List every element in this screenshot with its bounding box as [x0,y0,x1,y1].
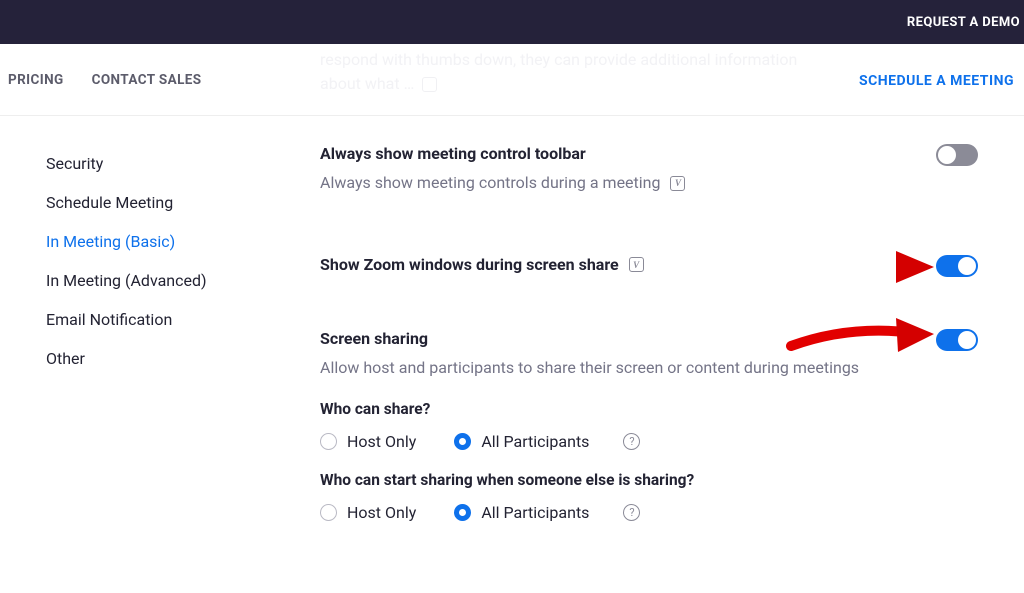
toggle-screen-sharing[interactable] [936,329,978,351]
request-demo-link[interactable]: REQUEST A DEMO [907,15,1020,30]
setting-show-zoom-windows: Show Zoom windows during screen share V [320,255,1016,274]
question-who-can-share: Who can share? [320,400,1016,418]
help-icon[interactable]: ? [623,433,640,450]
setting-control-toolbar: Always show meeting control toolbar Alwa… [320,144,1016,195]
setting-description: Allow host and participants to share the… [320,356,859,380]
toggle-show-zoom-windows[interactable] [936,255,978,277]
sub-navigation: PRICING CONTACT SALES SCHEDULE A MEETING [0,44,1024,116]
radio-icon [454,433,471,450]
modified-icon: V [629,257,644,272]
nav-pricing[interactable]: PRICING [8,72,64,88]
sidebar-item-other[interactable]: Other [46,339,296,378]
setting-title: Screen sharing [320,329,428,348]
nav-schedule-meeting[interactable]: SCHEDULE A MEETING [859,73,1014,89]
modified-icon: V [670,176,685,191]
setting-screen-sharing: Screen sharing Allow host and participan… [320,329,1016,522]
radio-all-participants-share[interactable]: All Participants [454,432,589,451]
setting-description: Always show meeting controls during a me… [320,171,660,195]
radio-host-only-start[interactable]: Host Only [320,503,416,522]
radio-label: All Participants [481,503,589,522]
top-banner: REQUEST A DEMO [0,0,1024,44]
radio-label: All Participants [481,432,589,451]
radio-icon [320,433,337,450]
settings-main: Always show meeting control toolbar Alwa… [296,144,1016,562]
sidebar-item-schedule-meeting[interactable]: Schedule Meeting [46,183,296,222]
sidebar-item-in-meeting-basic[interactable]: In Meeting (Basic) [46,222,296,261]
sidebar-item-security[interactable]: Security [46,144,296,183]
radio-label: Host Only [347,432,416,451]
setting-title: Always show meeting control toolbar [320,144,586,163]
question-who-can-start-sharing: Who can start sharing when someone else … [320,471,1016,489]
sidebar-item-email-notification[interactable]: Email Notification [46,300,296,339]
sidebar-item-in-meeting-advanced[interactable]: In Meeting (Advanced) [46,261,296,300]
radio-host-only-share[interactable]: Host Only [320,432,416,451]
help-icon[interactable]: ? [623,504,640,521]
radio-label: Host Only [347,503,416,522]
settings-sidebar: Security Schedule Meeting In Meeting (Ba… [46,144,296,562]
nav-contact-sales[interactable]: CONTACT SALES [92,72,202,88]
radio-icon [454,504,471,521]
radio-icon [320,504,337,521]
setting-title: Show Zoom windows during screen share [320,255,619,274]
toggle-control-toolbar[interactable] [936,144,978,166]
radio-all-participants-start[interactable]: All Participants [454,503,589,522]
